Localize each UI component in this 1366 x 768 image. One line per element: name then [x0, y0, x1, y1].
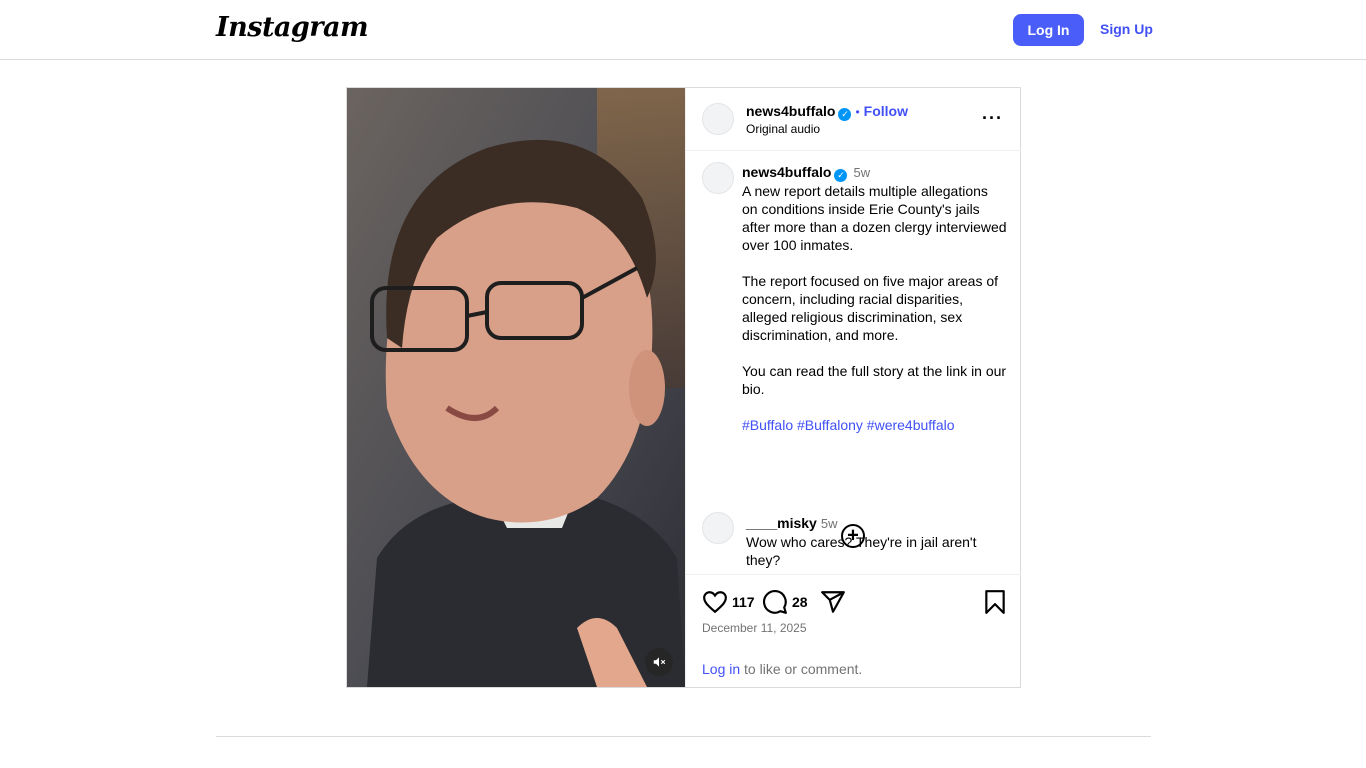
audio-label[interactable]: Original audio: [746, 122, 820, 136]
more-options-icon[interactable]: ···: [982, 108, 1003, 129]
login-prompt: Log in to like or comment.: [702, 661, 862, 677]
caption-paragraph: You can read the full story at the link …: [742, 363, 1007, 397]
log-in-link[interactable]: Log in: [702, 661, 740, 677]
comment-text: Wow who cares? They're in jail aren't th…: [746, 534, 977, 568]
caption-time: 5w: [853, 165, 871, 180]
verified-badge-icon: ✓: [838, 108, 852, 121]
caption-paragraph: The report focused on five major areas o…: [742, 273, 999, 343]
heart-icon[interactable]: [702, 589, 728, 615]
post-video[interactable]: [347, 88, 685, 687]
post-actions: 117 28 December 11, 2025 Log in to like …: [686, 574, 1021, 687]
mute-toggle-button[interactable]: [645, 648, 673, 676]
post-date: December 11, 2025: [702, 621, 807, 635]
bookmark-icon[interactable]: [982, 589, 1008, 615]
post-header: news4buffalo ✓ • Follow Original audio ···: [686, 88, 1021, 151]
comments-section: news4buffalo ✓ 5w A new report details mul…: [686, 151, 1021, 574]
sign-up-link[interactable]: Sign Up: [1100, 21, 1153, 37]
log-in-button[interactable]: Log In: [1013, 14, 1084, 46]
author-avatar[interactable]: [702, 103, 734, 135]
commenter-username[interactable]: ____misky: [746, 515, 817, 531]
caption-paragraph: A new report details multiple allegation…: [742, 183, 1007, 253]
commenter-avatar[interactable]: [702, 512, 734, 544]
like-count[interactable]: 117: [732, 594, 755, 610]
post-card: news4buffalo ✓ • Follow Original audio ··· …: [346, 87, 1021, 688]
comment-count[interactable]: 28: [792, 594, 808, 610]
caption-block: news4buffalo ✓ 5w A new report details mul…: [742, 163, 1007, 434]
caption-hashtags[interactable]: #Buffalo #Buffalony #were4buffalo: [742, 416, 1007, 434]
author-line: news4buffalo ✓ • Follow: [746, 103, 908, 121]
send-icon[interactable]: [820, 589, 846, 615]
login-prompt-text: to like or comment.: [740, 661, 863, 677]
comment-item: ____misky 5w Wow who cares? They're in ja…: [746, 514, 996, 569]
caption-author-username[interactable]: news4buffalo: [742, 164, 831, 180]
comment-icon[interactable]: [762, 589, 788, 615]
video-frame-illustration: [347, 88, 685, 687]
comment-time: 5w: [820, 516, 838, 531]
follow-button[interactable]: Follow: [864, 103, 908, 119]
instagram-logo[interactable]: Instagram: [216, 12, 369, 43]
verified-badge-icon: ✓: [834, 169, 848, 182]
footer-divider: [216, 736, 1151, 737]
post-sidebar: news4buffalo ✓ • Follow Original audio ··· …: [685, 88, 1021, 687]
caption-author-avatar[interactable]: [702, 162, 734, 194]
author-username[interactable]: news4buffalo: [746, 103, 835, 119]
top-navigation-bar: Instagram Log In Sign Up: [0, 0, 1366, 60]
muted-speaker-icon: [653, 657, 666, 667]
separator-dot: •: [855, 105, 860, 119]
